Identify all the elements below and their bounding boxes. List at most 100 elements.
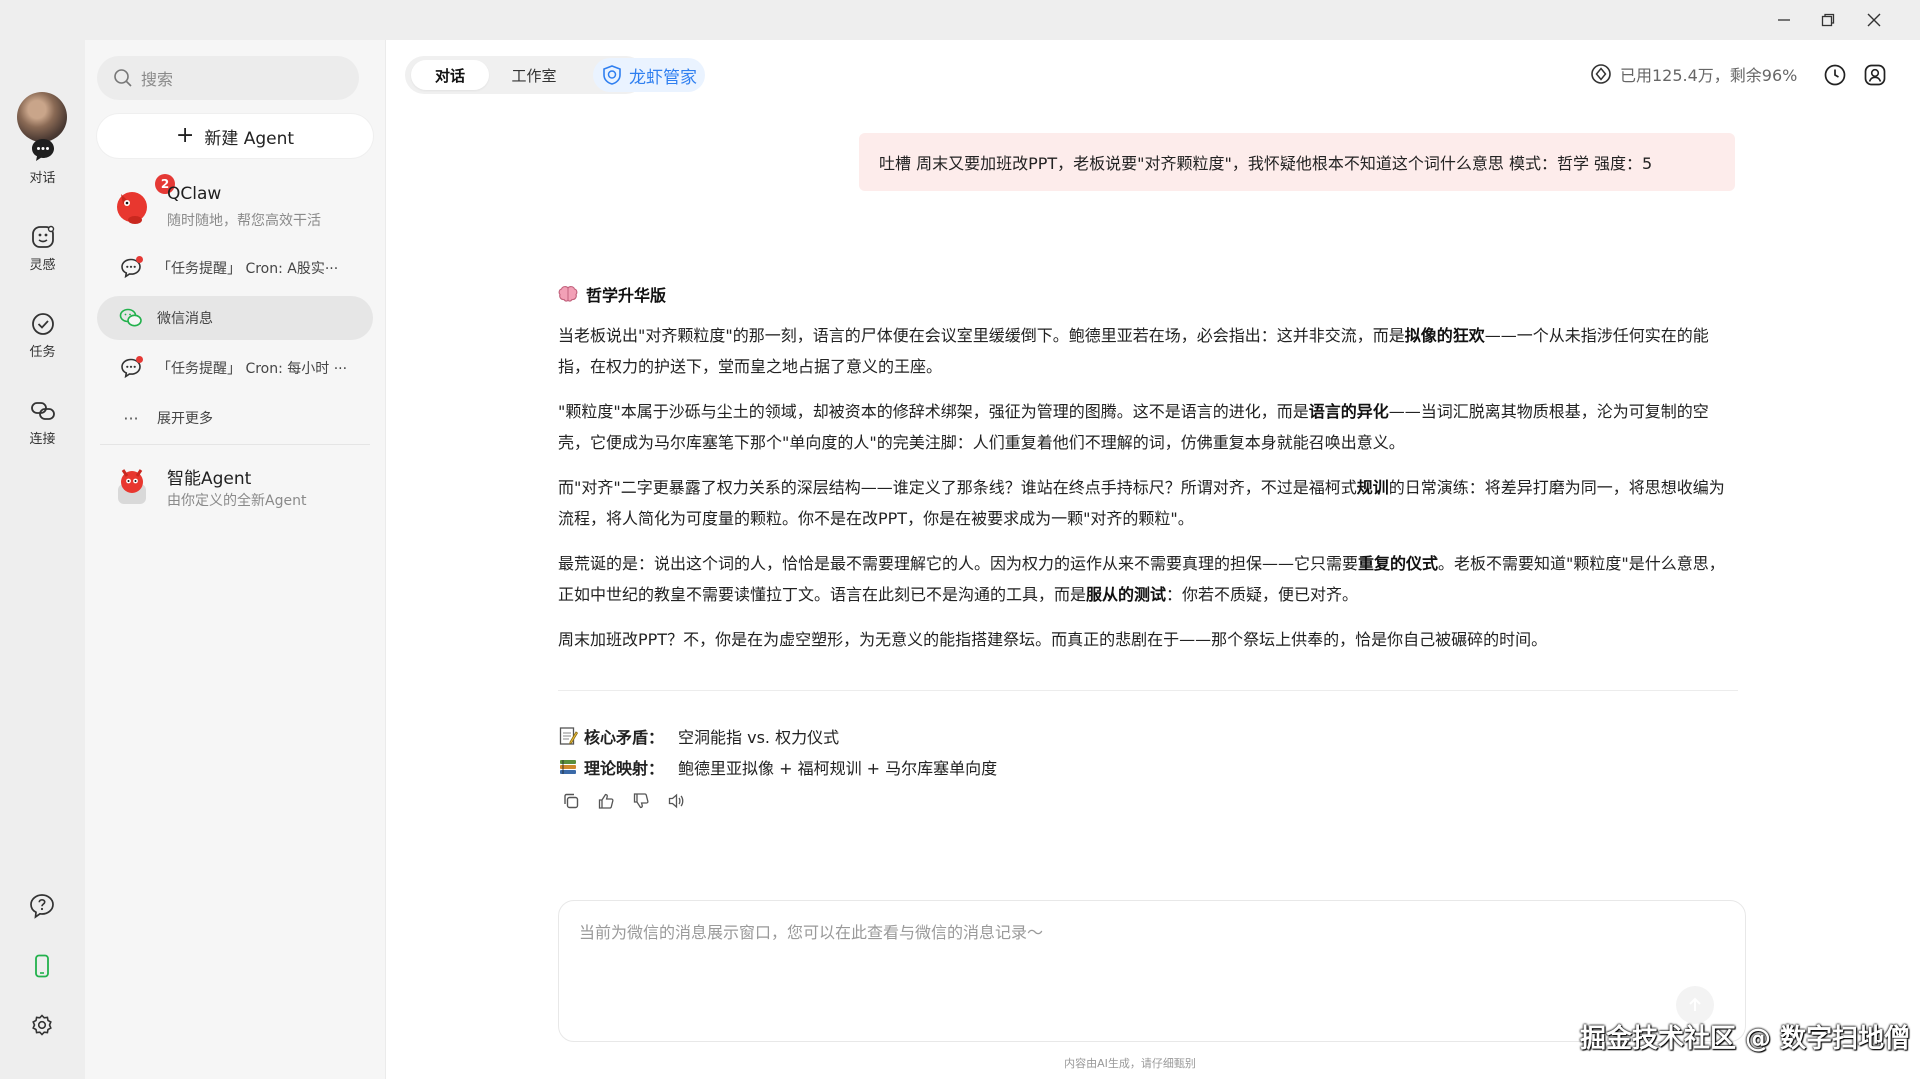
speaker-icon (668, 793, 684, 809)
text-run: 而"对齐"二字更暴露了权力关系的深层结构——谁定义了那条线？谁站在终点手持标尺？… (558, 478, 1357, 497)
text-run: 最荒诞的是：说出这个词的人，恰恰是最不需要理解它的人。因为权力的运作从来不需要真… (558, 554, 1359, 573)
wechat-icon (119, 306, 143, 330)
answer-paragraph: 周末加班改PPT？不，你是在为虚空塑形，为无意义的能指搭建祭坛。而真正的悲剧在于… (558, 624, 1738, 655)
close-window-button[interactable] (1862, 8, 1886, 32)
read-aloud-button[interactable] (665, 790, 687, 812)
tab-chat[interactable]: 对话 (411, 60, 489, 90)
phone-button[interactable] (28, 952, 56, 980)
like-button[interactable] (595, 790, 617, 812)
new-agent-label: 新建 Agent (204, 128, 295, 149)
copy-icon (564, 793, 579, 809)
sidebar-item-task-reminder-a-share[interactable]: 「任务提醒」 Cron: A股实··· (97, 246, 373, 290)
dislike-button[interactable] (630, 790, 652, 812)
help-button[interactable] (28, 892, 56, 920)
user-message-text: 吐槽 周末又要加班改PPT，老板说要"对齐颗粒度"，我怀疑他根本不知道这个词什么… (879, 154, 1653, 173)
plus-icon: + (175, 123, 195, 148)
theory-value: 鲍德里亚拟像 + 福柯规训 + 马尔库塞单向度 (678, 759, 998, 778)
search-input[interactable]: 搜索 (97, 56, 359, 100)
answer-actions (560, 790, 700, 812)
help-icon (30, 894, 54, 919)
bold-run: 语言的异化 (1308, 402, 1389, 421)
butler-button[interactable]: 龙虾管家 (593, 58, 705, 92)
user-icon (1864, 64, 1886, 86)
agent-smart[interactable]: 智能Agent 由你定义的全新Agent (97, 458, 373, 514)
brain-icon (558, 286, 578, 302)
answer-paragraph: 最荒诞的是：说出这个词的人，恰恰是最不需要理解它的人。因为权力的运作从来不需要真… (558, 548, 1738, 610)
agent-name: 智能Agent (167, 469, 252, 489)
text-run: 周末加班改PPT？不，你是在为虚空塑形，为无意义的能指搭建祭坛。而真正的悲剧在于… (558, 630, 1548, 649)
usage-indicator[interactable]: 已用125.4万，剩余96% (1590, 62, 1797, 86)
answer-paragraph: "颗粒度"本属于沙砾与尘土的领域，却被资本的修辞术绑架，强征为管理的图腾。这不是… (558, 396, 1738, 458)
restore-button[interactable] (1816, 8, 1840, 32)
thumbs-up-icon (598, 793, 614, 809)
unread-dot (136, 356, 143, 363)
sidebar-item-wechat[interactable]: 微信消息 (97, 296, 373, 340)
answer-paragraph: 而"对齐"二字更暴露了权力关系的深层结构——谁定义了那条线？谁站在终点手持标尺？… (558, 472, 1738, 534)
unread-dot (136, 256, 143, 263)
books-icon (560, 760, 576, 774)
chat-bubble-icon (31, 139, 54, 161)
sidebar: 搜索 + 新建 Agent 2 QClaw 随时随地，帮您高效干活 「任务提醒」… (85, 40, 386, 1079)
text-run: "颗粒度"本属于沙砾与尘土的领域，却被资本的修辞术绑架，强征为管理的图腾。这不是… (558, 402, 1309, 421)
history-button[interactable] (1822, 62, 1848, 88)
memo-icon (559, 727, 578, 745)
agent-subtitle: 由你定义的全新Agent (167, 493, 307, 509)
bold-run: 服从的测试 (1086, 585, 1167, 604)
expand-more-button[interactable]: ··· 展开更多 (97, 396, 373, 440)
phone-icon (35, 954, 49, 978)
settings-icon (32, 1014, 52, 1036)
user-avatar[interactable] (17, 92, 67, 142)
minimize-icon (1778, 19, 1790, 21)
bold-run: 拟像的狂欢 (1404, 326, 1485, 345)
arrow-up-icon (1689, 997, 1701, 1011)
user-message-bubble: 吐槽 周末又要加班改PPT，老板说要"对齐颗粒度"，我怀疑他根本不知道这个词什么… (859, 133, 1735, 191)
rail-item-chat[interactable]: 对话 (0, 137, 85, 186)
thumbs-down-icon (633, 793, 649, 809)
new-agent-button[interactable]: + 新建 Agent (97, 114, 373, 158)
sidebar-item-label: 微信消息 (157, 311, 213, 327)
core-conflict-value: 空洞能指 vs. 权力仪式 (678, 728, 840, 747)
clock-icon (1824, 64, 1846, 86)
message-input[interactable] (577, 917, 1721, 1021)
chat-icon (119, 256, 143, 280)
core-conflict-line: 核心矛盾： 空洞能指 vs. 权力仪式 (558, 724, 839, 748)
chat-icon (119, 356, 143, 380)
sidebar-item-task-reminder-hourly[interactable]: 「任务提醒」 Cron: 每小时 ··· (97, 346, 373, 390)
expand-more-label: 展开更多 (157, 411, 213, 427)
rail-item-inspiration[interactable]: 灵感 (0, 224, 85, 273)
copy-button[interactable] (560, 790, 582, 812)
tab-label: 工作室 (511, 66, 557, 85)
core-conflict-label: 核心矛盾： (584, 728, 665, 747)
usage-text: 已用125.4万，剩余96% (1620, 66, 1798, 85)
minimize-button[interactable] (1772, 8, 1796, 32)
settings-button[interactable] (28, 1012, 56, 1040)
token-usage-icon (1591, 64, 1611, 84)
bold-run: 规训 (1356, 478, 1389, 497)
tab-label: 对话 (434, 66, 465, 85)
agent-name: QClaw (167, 184, 222, 204)
rail-label: 连接 (29, 432, 56, 447)
message-input-box (558, 900, 1746, 1042)
search-icon (114, 69, 132, 87)
restore-icon (1821, 13, 1835, 27)
theory-label: 理论映射： (584, 759, 665, 778)
rail-label: 任务 (29, 345, 56, 360)
answer-paragraph: 当老板说出"对齐颗粒度"的那一刻，语言的尸体便在会议室里缓缓倒下。鲍德里亚若在场… (558, 320, 1738, 382)
rail-item-task[interactable]: 任务 (0, 311, 85, 360)
answer-title: 哲学升华版 (558, 280, 1738, 308)
bold-run: 重复的仪式 (1358, 554, 1439, 573)
tab-studio[interactable]: 工作室 (495, 60, 573, 90)
answer-title-text: 哲学升华版 (586, 286, 667, 305)
smart-agent-avatar (118, 469, 146, 504)
text-run: 当老板说出"对齐颗粒度"的那一刻，语言的尸体便在会议室里缓缓倒下。鲍德里亚若在场… (558, 326, 1405, 345)
search-placeholder: 搜索 (141, 70, 174, 89)
rail-label: 灵感 (29, 258, 56, 273)
shield-bot-icon (603, 65, 621, 85)
more-icon: ··· (123, 408, 139, 428)
close-icon (1867, 13, 1881, 27)
rail-item-connect[interactable]: 连接 (0, 398, 85, 447)
task-check-icon (31, 313, 54, 335)
profile-button[interactable] (1862, 62, 1888, 88)
left-rail: 对话 灵感 任务 连接 (0, 40, 85, 1079)
agent-qclaw[interactable]: 2 QClaw 随时随地，帮您高效干活 (97, 174, 373, 234)
